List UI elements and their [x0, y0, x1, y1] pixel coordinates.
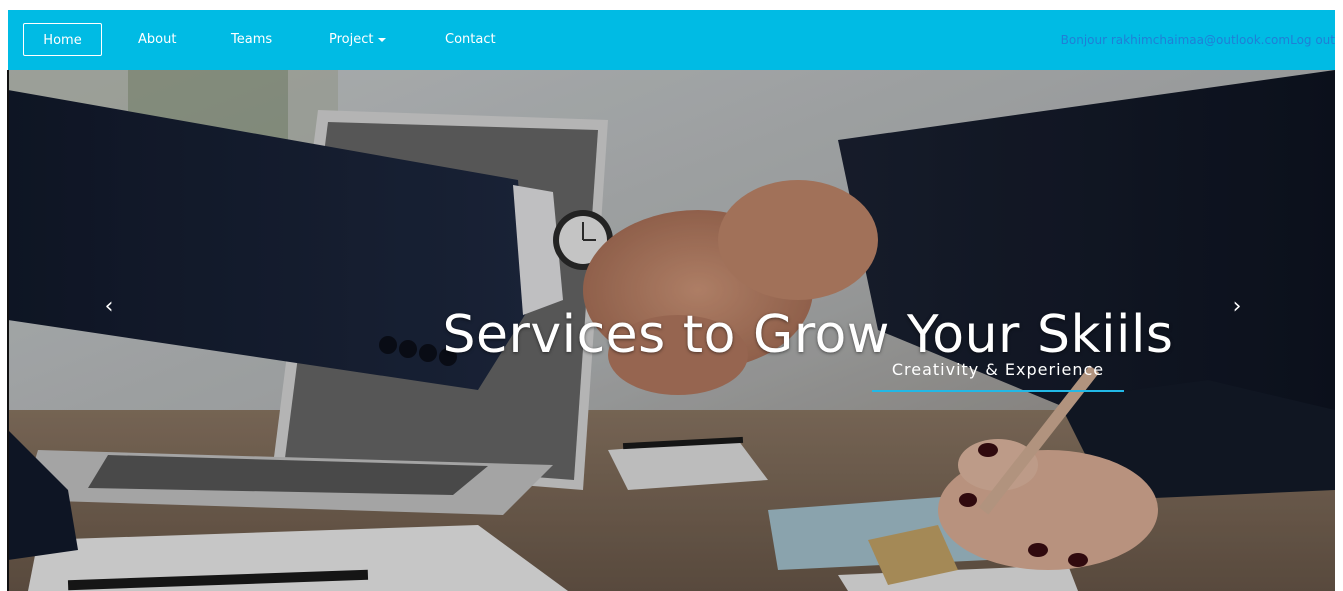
nav-contact-link[interactable]: Contact: [445, 10, 496, 70]
logout-link[interactable]: Log out: [1290, 33, 1335, 47]
nav-teams-link[interactable]: Teams: [231, 10, 272, 70]
carousel-prev-button[interactable]: ‹: [97, 295, 121, 319]
nav-project-label: Project: [329, 32, 374, 47]
nav-project-dropdown[interactable]: Project: [329, 10, 387, 70]
nav-about-link[interactable]: About: [138, 10, 176, 70]
user-area: Bonjour rakhimchaimaa@outlook.comLog out: [1061, 10, 1335, 70]
chevron-right-icon: ›: [1232, 294, 1242, 319]
chevron-left-icon: ‹: [104, 294, 114, 319]
page-left-border: [7, 70, 9, 591]
caret-down-icon: [378, 37, 387, 42]
hero-subtitle-underline: [872, 390, 1124, 392]
user-greeting[interactable]: Bonjour rakhimchaimaa@outlook.com: [1061, 33, 1290, 47]
hero-carousel: ‹ › Services to Grow Your Skiils Creativ…: [8, 70, 1335, 591]
carousel-next-button[interactable]: ›: [1225, 295, 1249, 319]
top-navbar: Home About Teams Project Contact Bonjour…: [8, 10, 1335, 70]
page-frame: Home About Teams Project Contact Bonjour…: [8, 10, 1335, 591]
hero-title: Services to Grow Your Skiils: [442, 304, 1174, 365]
nav-home-link[interactable]: Home: [23, 23, 102, 56]
hero-subtitle: Creativity & Experience: [891, 360, 1105, 379]
